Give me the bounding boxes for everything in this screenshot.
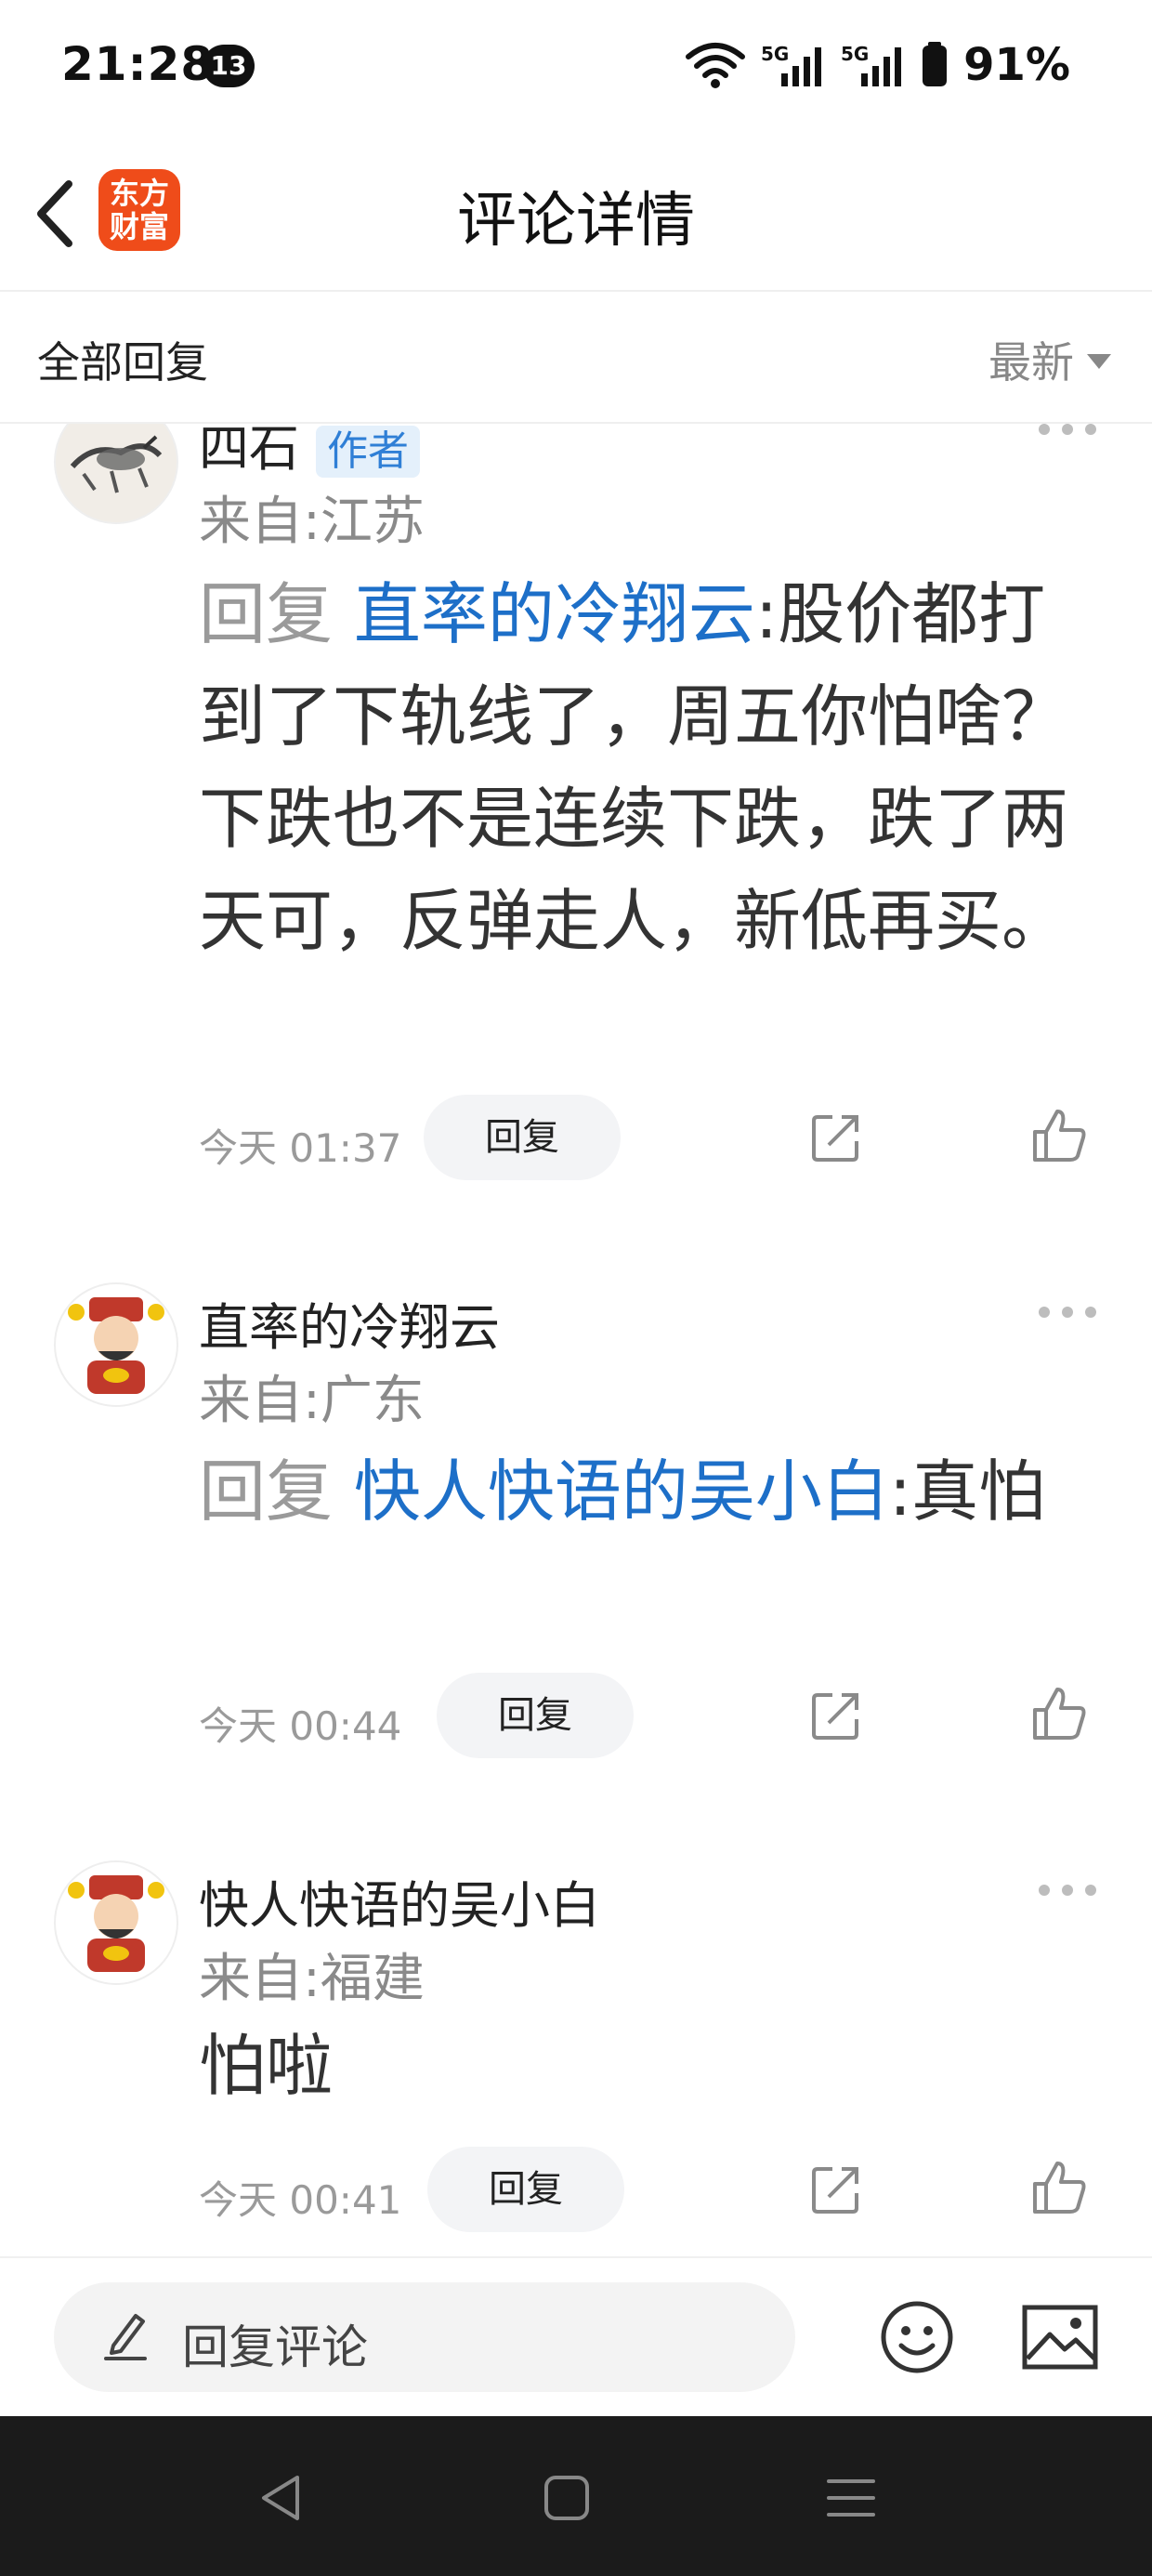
status-bar: 21:28 13 5G 5G 91% [0, 0, 1152, 139]
more-icon[interactable] [1039, 424, 1096, 437]
battery-icon [923, 42, 948, 86]
avatar[interactable] [54, 1860, 178, 1985]
wifi-icon [686, 43, 746, 88]
reply-button[interactable]: 回复 [437, 1673, 634, 1758]
all-replies-label: 全部回复 [37, 337, 208, 388]
sort-dropdown[interactable]: 最新 [988, 329, 1111, 390]
username[interactable]: 四石 作者 [199, 424, 420, 480]
signal-5g-icon: 5G [761, 43, 822, 86]
reply-prefix: 回复 [199, 575, 334, 653]
reply-prefix: 回复 [199, 1452, 334, 1531]
avatar-ink-painting-icon [56, 424, 177, 522]
share-icon[interactable] [810, 2163, 862, 2215]
image-icon[interactable] [1022, 2305, 1098, 2370]
reply-button[interactable]: 回复 [424, 1095, 621, 1180]
reply-target-user[interactable]: 快人快语的吴小白 [354, 1452, 889, 1531]
avatar-god-of-wealth-icon [56, 1284, 177, 1405]
avatar[interactable] [54, 1282, 178, 1407]
comment-text: 回复 直率的冷翔云:股价都打到了下轨线了，周五你怕啥？下跌也不是连续下跌，跌了两… [199, 563, 1091, 972]
emoji-icon[interactable] [879, 2299, 955, 2375]
comment-list[interactable]: 四石 作者 来自:江苏 回复 直率的冷翔云:股价都打到了下轨线了，周五你怕啥？下跌… [0, 424, 1152, 2254]
svg-text:5G: 5G [841, 43, 869, 65]
username-text: 四石 [199, 424, 299, 478]
location-label: 来自:江苏 [199, 492, 425, 552]
nav-home-icon[interactable] [541, 2472, 593, 2524]
nav-bar: 东方财富 评论详情 [0, 139, 1152, 292]
share-icon[interactable] [810, 1689, 862, 1741]
pencil-icon [104, 2314, 147, 2360]
page-title: 评论详情 [457, 187, 695, 256]
share-icon[interactable] [810, 1111, 862, 1163]
comment-time: 今天 00:41 [199, 2177, 402, 2223]
system-nav-bar [0, 2416, 1152, 2576]
filter-row: 全部回复 最新 [0, 292, 1152, 424]
reply-comment-input[interactable]: 回复评论 [54, 2282, 795, 2392]
comment-body: :真怕 [888, 1452, 1046, 1531]
thumbs-up-icon[interactable] [1031, 2160, 1087, 2215]
bottom-bar: 回复评论 [0, 2256, 1152, 2418]
more-icon[interactable] [1039, 1885, 1096, 1898]
battery-percent: 91% [963, 39, 1070, 91]
comment-text: 回复 快人快语的吴小白:真怕 [199, 1440, 1091, 1543]
avatar[interactable] [54, 424, 178, 524]
reply-target-user[interactable]: 直率的冷翔云 [354, 575, 755, 653]
reply-button[interactable]: 回复 [427, 2147, 624, 2232]
comment-body: 怕啦 [199, 2027, 334, 2105]
comment-text: 怕啦 [199, 2015, 1091, 2117]
thumbs-up-icon[interactable] [1031, 1686, 1087, 1741]
signal-5g-icon: 5G [841, 43, 902, 86]
system-icons: 5G 5G 91% [685, 39, 1070, 91]
avatar-god-of-wealth-icon [56, 1862, 177, 1983]
location-label: 来自:福建 [199, 1949, 425, 2009]
username[interactable]: 直率的冷翔云 [199, 1286, 500, 1360]
username[interactable]: 快人快语的吴小白 [199, 1864, 600, 1938]
nav-menu-icon[interactable] [825, 2472, 877, 2524]
svg-text:5G: 5G [761, 43, 789, 65]
dropdown-triangle-icon [1087, 354, 1111, 369]
notification-count-badge: 13 [203, 45, 255, 87]
more-icon[interactable] [1039, 1307, 1096, 1320]
location-label: 来自:广东 [199, 1371, 425, 1431]
author-badge: 作者 [316, 426, 420, 479]
nav-back-icon[interactable] [256, 2472, 308, 2524]
comment-time: 今天 00:44 [199, 1703, 402, 1749]
clock: 21:28 [61, 37, 215, 91]
input-placeholder: 回复评论 [182, 2320, 368, 2374]
sort-label: 最新 [988, 337, 1074, 388]
comment-time: 今天 01:37 [199, 1125, 402, 1171]
thumbs-up-icon[interactable] [1031, 1108, 1087, 1163]
